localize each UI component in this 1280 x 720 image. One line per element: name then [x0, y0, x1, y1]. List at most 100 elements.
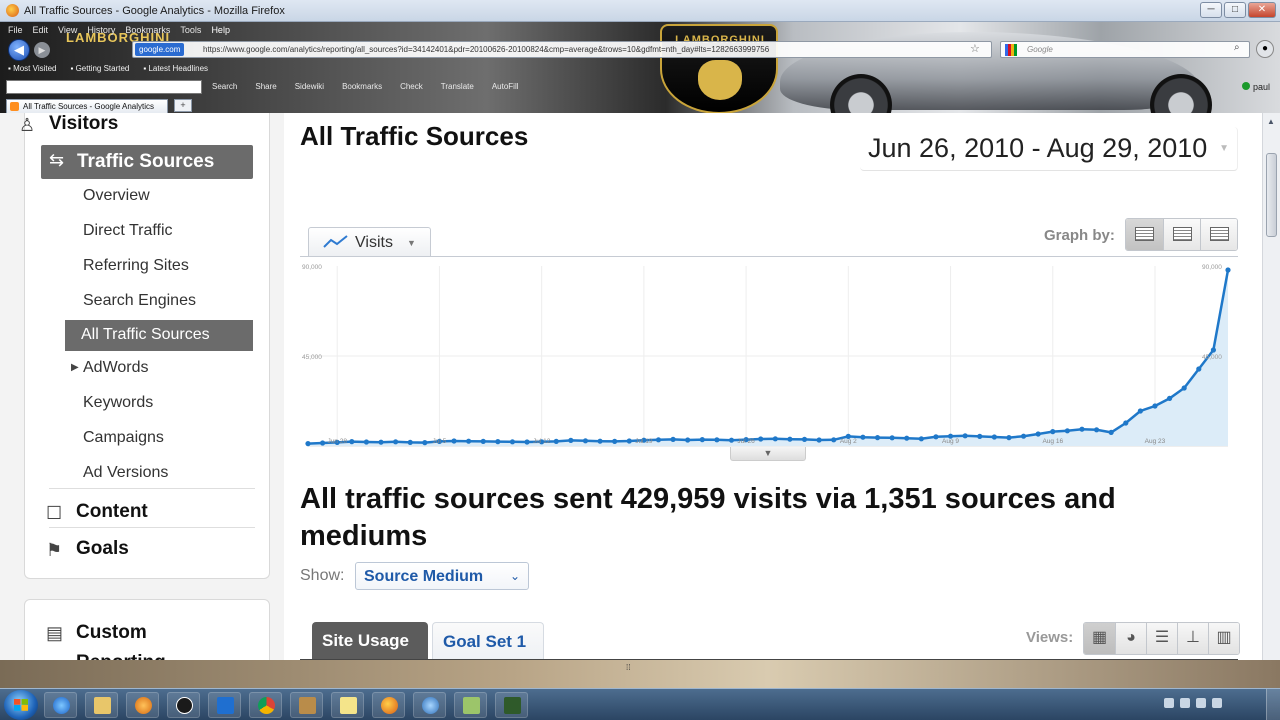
taskbar-chrome-icon[interactable]: [249, 692, 282, 718]
flag-icon: ⚑: [46, 540, 63, 560]
dimension-select[interactable]: Source Medium ⌄: [355, 562, 529, 590]
toolbar-translate[interactable]: Translate: [441, 82, 474, 91]
tray-icon[interactable]: [1212, 698, 1222, 708]
addon-toolbar: Search Share Sidewiki Bookmarks Check Tr…: [6, 80, 906, 96]
tray-icon[interactable]: [1164, 698, 1174, 708]
bookmark-most-visited[interactable]: Most Visited: [8, 64, 56, 73]
menu-history[interactable]: History: [87, 25, 115, 35]
sidebar-section-visitors[interactable]: ♙ Visitors: [19, 113, 118, 135]
taskbar-check-icon[interactable]: [208, 692, 241, 718]
tray-icon[interactable]: [1180, 698, 1190, 708]
start-button[interactable]: [4, 690, 38, 720]
tray-icon[interactable]: [1196, 698, 1206, 708]
toolbar-search[interactable]: Search: [212, 82, 237, 91]
sidebar-section-traffic-sources[interactable]: ⇆ Traffic Sources: [41, 145, 253, 179]
user-account[interactable]: paul: [1242, 82, 1270, 92]
bookmark-latest-headlines[interactable]: Latest Headlines: [143, 64, 208, 73]
sidebar-item-referring-sites[interactable]: Referring Sites: [83, 257, 189, 275]
chart-collapse-handle[interactable]: ▼: [730, 447, 806, 461]
pivot-view-icon[interactable]: ▥: [1208, 623, 1239, 654]
pie-view-icon[interactable]: ◕: [1115, 623, 1146, 654]
page-icon: ☐: [46, 503, 63, 523]
bookmark-getting-started[interactable]: Getting Started: [71, 64, 130, 73]
firefox-icon: [6, 4, 19, 17]
tab-site-usage[interactable]: Site Usage: [312, 622, 428, 660]
chart-point: [1079, 426, 1085, 432]
page-scrollbar[interactable]: ▲: [1262, 113, 1280, 660]
sidebar-item-all-traffic-sources[interactable]: All Traffic Sources: [65, 320, 253, 351]
chart-point: [349, 439, 355, 445]
sidebar-section-content[interactable]: ☐ Content: [46, 501, 148, 523]
sidebar-item-keywords[interactable]: Keywords: [83, 394, 153, 412]
performance-view-icon[interactable]: ☰: [1146, 623, 1177, 654]
search-icon[interactable]: ⌕: [1234, 42, 1240, 53]
scroll-up-icon[interactable]: ▲: [1267, 117, 1275, 126]
chart-point: [480, 438, 486, 444]
graph-by-day-button[interactable]: [1126, 219, 1163, 250]
sidebar-item-direct-traffic[interactable]: Direct Traffic: [83, 222, 173, 240]
tab-goal-set-1[interactable]: Goal Set 1: [432, 622, 544, 660]
day-view-icon: [1135, 227, 1154, 241]
taskbar-ie-icon[interactable]: [44, 692, 77, 718]
taskbar-firefox-icon[interactable]: [372, 692, 405, 718]
maximize-button[interactable]: □: [1224, 2, 1246, 18]
taskbar-media-player-icon[interactable]: [126, 692, 159, 718]
metric-label: Visits: [355, 234, 393, 251]
sidebar-item-campaigns[interactable]: Campaigns: [83, 429, 164, 447]
chart-point: [305, 441, 311, 447]
sidebar-section-goals[interactable]: ⚑ Goals: [46, 538, 129, 560]
chart-point: [407, 439, 413, 445]
chart-point: [1225, 267, 1231, 273]
minimize-button[interactable]: ─: [1200, 2, 1222, 18]
forward-button[interactable]: ▶: [34, 42, 50, 58]
feed-icon[interactable]: ●: [1256, 40, 1274, 58]
taskbar-dark-app-icon[interactable]: [495, 692, 528, 718]
taskbar-folder-icon[interactable]: [85, 692, 118, 718]
taskbar-network-icon[interactable]: [413, 692, 446, 718]
graph-by-week-button[interactable]: [1163, 219, 1200, 250]
scrollbar-thumb[interactable]: [1266, 153, 1277, 237]
comparison-view-icon[interactable]: ⊥: [1177, 623, 1208, 654]
toolbar-autofill[interactable]: AutoFill: [492, 82, 519, 91]
menu-help[interactable]: Help: [211, 25, 230, 35]
sidebar-item-search-engines[interactable]: Search Engines: [83, 292, 196, 310]
toolbar-share[interactable]: Share: [255, 82, 276, 91]
menu-edit[interactable]: Edit: [33, 25, 49, 35]
table-view-icon[interactable]: ▦: [1084, 623, 1115, 654]
chart-point: [860, 434, 866, 440]
browser-tab[interactable]: All Traffic Sources - Google Analytics: [6, 99, 168, 113]
sidebar-item-overview[interactable]: Overview: [83, 187, 150, 205]
bookmark-star-icon[interactable]: ☆: [970, 42, 980, 55]
toolbar-check[interactable]: Check: [400, 82, 423, 91]
menu-bookmarks[interactable]: Bookmarks: [125, 25, 170, 35]
page-title: All Traffic Sources: [300, 121, 529, 151]
date-range-picker[interactable]: Jun 26, 2010 - Aug 29, 2010 ▼: [860, 127, 1238, 171]
sidebar-item-adwords[interactable]: ▶ AdWords: [71, 359, 149, 377]
site-identity-button[interactable]: google.com: [135, 43, 185, 56]
sidebar-section-custom-reporting[interactable]: ▤ Custom Reporting: [46, 618, 196, 660]
menu-view[interactable]: View: [58, 25, 77, 35]
new-tab-button[interactable]: +: [174, 99, 192, 112]
toolbar-sidewiki[interactable]: Sidewiki: [295, 82, 324, 91]
sidebar-nav: ♙ Visitors ⇆ Traffic Sources Overview Di…: [19, 113, 270, 579]
taskbar-hp-icon[interactable]: [167, 692, 200, 718]
menu-file[interactable]: File: [8, 25, 23, 35]
taskbar-app-icon[interactable]: [290, 692, 323, 718]
back-button[interactable]: ◀: [8, 39, 30, 61]
expand-triangle-icon[interactable]: ▶: [71, 362, 79, 373]
taskbar-green-app-icon[interactable]: [454, 692, 487, 718]
graph-by-month-button[interactable]: [1200, 219, 1237, 250]
metric-selector[interactable]: Visits ▼: [308, 227, 431, 256]
toolbar-search-field[interactable]: [6, 80, 202, 94]
menu-tools[interactable]: Tools: [180, 25, 201, 35]
search-input[interactable]: Google: [1000, 41, 1250, 58]
show-desktop-button[interactable]: [1266, 689, 1280, 720]
chart-point: [991, 434, 997, 440]
taskbar-notes-icon[interactable]: [331, 692, 364, 718]
sidebar-item-ad-versions[interactable]: Ad Versions: [83, 464, 168, 482]
close-button[interactable]: ✕: [1248, 2, 1276, 18]
chart-point: [363, 439, 370, 445]
url-bar[interactable]: google.com https://www.google.com/analyt…: [132, 41, 992, 58]
chart-point: [1123, 420, 1129, 426]
toolbar-bookmarks[interactable]: Bookmarks: [342, 82, 382, 91]
